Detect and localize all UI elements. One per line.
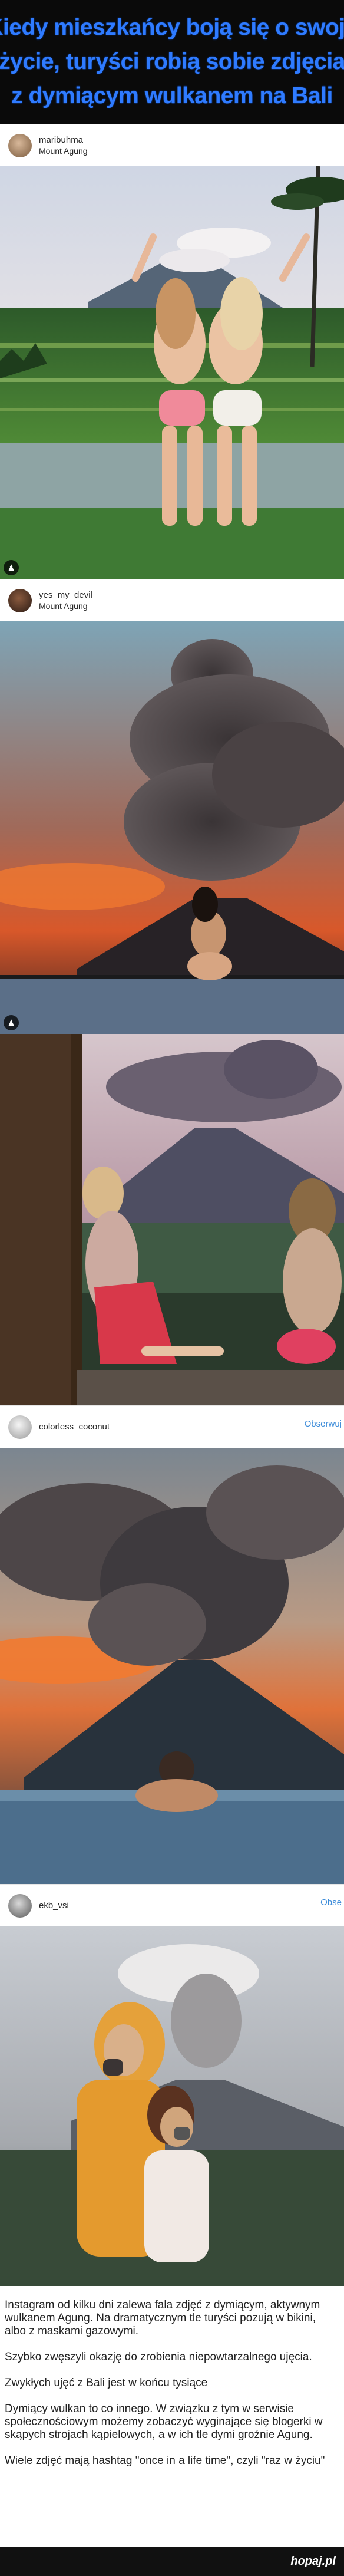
site-watermark[interactable]: hopaj.pl: [290, 2555, 336, 2568]
follow-button[interactable]: Obse: [320, 1898, 342, 1908]
headline-banner: Kiedy mieszkańcy boją się o swoje życie,…: [0, 0, 344, 124]
paragraph: Wiele zdjęć mają hashtag "once in a life…: [5, 2455, 325, 2467]
photo-image: [0, 621, 344, 1034]
location[interactable]: Mount Agung: [39, 601, 92, 611]
user-tag-icon[interactable]: ♟: [4, 1015, 19, 1030]
avatar[interactable]: [8, 588, 32, 612]
paragraph: Instagram od kilku dni zalewa fala zdjęć…: [5, 2299, 320, 2337]
avatar[interactable]: [8, 133, 32, 157]
post-header: yes_my_devil Mount Agung: [0, 579, 344, 621]
avatar[interactable]: [8, 1415, 32, 1439]
headline-line-2: życie, turyści robią sobie zdjęcia: [0, 49, 344, 74]
photo-pool-man-eruption: [0, 1448, 344, 1884]
follow-button[interactable]: Obserwuj: [305, 1419, 342, 1429]
avatar[interactable]: [8, 1893, 32, 1918]
username[interactable]: ekb_vsi: [39, 1900, 69, 1911]
location[interactable]: Mount Agung: [39, 146, 88, 156]
photo-women-sitting-volcano: [0, 1034, 344, 1405]
photo-image: [0, 166, 344, 579]
photo-gas-masks: [0, 1926, 344, 2286]
article-description: Instagram od kilku dni zalewa fala zdjęć…: [0, 2286, 344, 2547]
photo-image: [0, 1448, 344, 1884]
photo-infinity-pool-eruption: ♟: [0, 621, 344, 1034]
photo-image: [0, 1034, 344, 1405]
post-header: ekb_vsi Obse: [0, 1884, 344, 1926]
user-tag-icon[interactable]: ♟: [4, 560, 19, 575]
username[interactable]: yes_my_devil: [39, 589, 92, 601]
photo-image: [0, 1926, 344, 2286]
paragraph: Dymiący wulkan to co innego. W związku z…: [5, 2403, 323, 2441]
post-header: colorless_coconut Obserwuj: [0, 1405, 344, 1448]
username[interactable]: colorless_coconut: [39, 1421, 110, 1432]
paragraph: Szybko zwęszyli okazję do zrobienia niep…: [5, 2351, 312, 2363]
headline-line-1: Kiedy mieszkańcy boją się o swoje: [0, 15, 344, 40]
paragraph: Zwykłych ujęć z Bali jest w końcu tysiąc…: [5, 2377, 208, 2389]
photo-bikini-rice-field: ♟: [0, 166, 344, 579]
headline-line-3: z dymiącym wulkanem na Bali: [11, 83, 333, 108]
post-header: maribuhma Mount Agung: [0, 124, 344, 166]
footer: hopaj.pl: [0, 2547, 344, 2576]
username[interactable]: maribuhma: [39, 134, 88, 146]
